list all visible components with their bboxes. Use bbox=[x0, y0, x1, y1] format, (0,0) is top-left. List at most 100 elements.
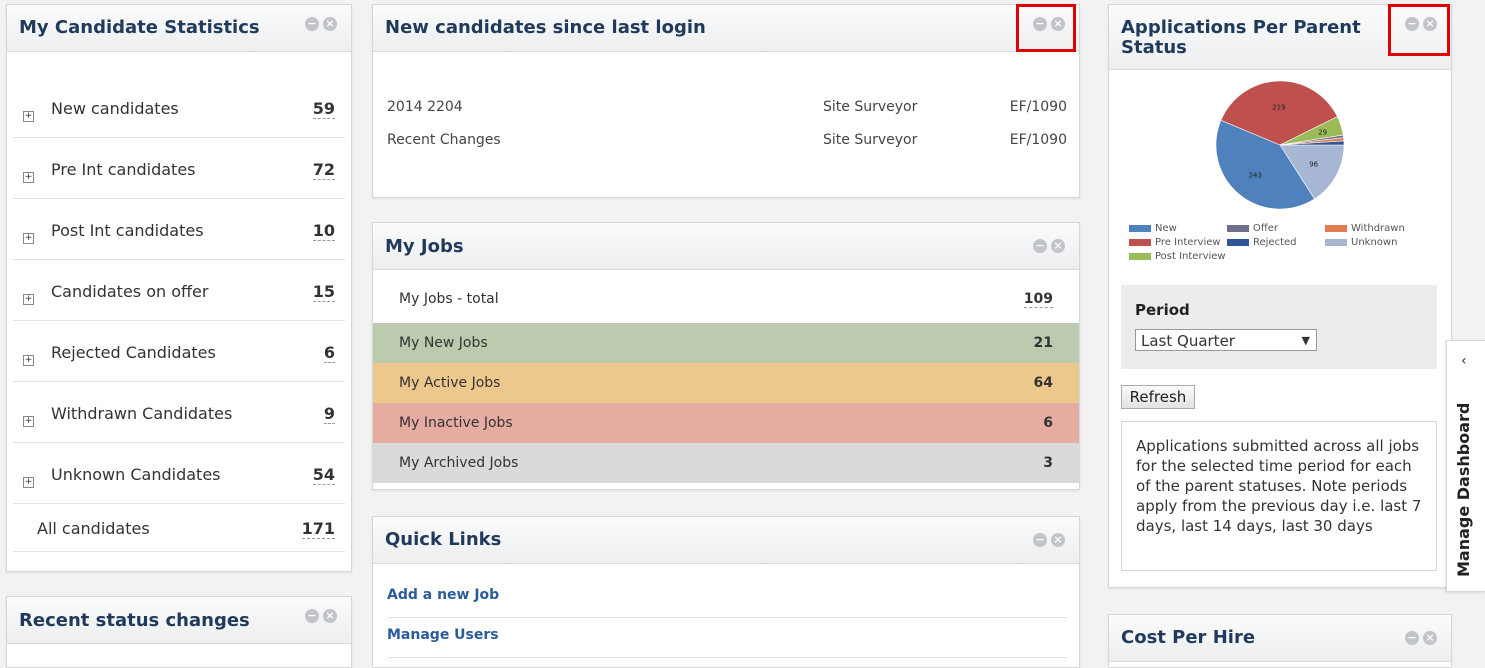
legend-label: Pre Interview bbox=[1155, 237, 1221, 248]
period-box: Period Last Quarter ▼ bbox=[1121, 285, 1437, 369]
all-candidates-label: All candidates bbox=[37, 519, 150, 538]
cost-per-hire-title: Cost Per Hire bbox=[1121, 627, 1256, 648]
job-status-row[interactable]: My Archived Jobs 3 bbox=[373, 443, 1079, 483]
pie-slice-label: 29 bbox=[1318, 128, 1327, 136]
candidate-job: Site Surveyor bbox=[823, 132, 918, 148]
cost-per-hire-controls: − × bbox=[1401, 631, 1437, 645]
candidate-stat-row[interactable]: + New candidates 59 bbox=[13, 77, 345, 138]
candidate-ref: EF/1090 bbox=[1009, 132, 1067, 148]
legend-label: Withdrawn bbox=[1351, 223, 1405, 234]
candidate-job: Site Surveyor bbox=[823, 99, 918, 115]
minimize-icon[interactable]: − bbox=[1033, 239, 1047, 253]
jobs-total-row[interactable]: My Jobs - total 109 bbox=[373, 279, 1079, 319]
applications-pie-chart: 243 219 29 96 bbox=[1215, 80, 1345, 210]
quick-links-header: Quick Links − × bbox=[373, 517, 1079, 564]
stat-count[interactable]: 10 bbox=[312, 221, 335, 241]
quick-links-controls: − × bbox=[1029, 533, 1065, 547]
quick-link-label[interactable]: Add a new Job bbox=[387, 587, 499, 603]
candidate-stat-row[interactable]: + Unknown Candidates 54 bbox=[13, 443, 345, 504]
expand-icon[interactable]: + bbox=[23, 111, 34, 122]
expand-icon[interactable]: + bbox=[23, 355, 34, 366]
minimize-icon[interactable]: − bbox=[305, 17, 319, 31]
legend-label: Rejected bbox=[1253, 237, 1297, 248]
minimize-icon[interactable]: − bbox=[305, 609, 319, 623]
expand-icon[interactable]: + bbox=[23, 233, 34, 244]
pie-legend: New Offer Withdrawn Pre Interview Rejected Un… bbox=[1129, 223, 1429, 273]
close-icon[interactable]: × bbox=[1423, 631, 1437, 645]
legend-swatch bbox=[1325, 239, 1347, 246]
new-candidates-header: New candidates since last login − × bbox=[373, 5, 1079, 52]
stat-count[interactable]: 6 bbox=[323, 343, 335, 363]
job-status-row[interactable]: My New Jobs 21 bbox=[373, 323, 1079, 363]
candidate-stats-title: My Candidate Statistics bbox=[19, 17, 260, 38]
manage-dashboard-tab[interactable]: ‹ Manage Dashboard bbox=[1446, 340, 1485, 592]
chevron-left-icon[interactable]: ‹ bbox=[1461, 353, 1467, 369]
all-candidates-count[interactable]: 171 bbox=[301, 519, 335, 539]
recent-status-panel: Recent status changes − × bbox=[6, 596, 352, 668]
quick-link-add-job[interactable]: Add a new Job bbox=[387, 577, 1067, 618]
legend-swatch bbox=[1129, 225, 1151, 232]
refresh-button[interactable]: Refresh bbox=[1121, 385, 1195, 409]
job-row-label: My Inactive Jobs bbox=[399, 415, 513, 431]
stat-label: Unknown Candidates bbox=[51, 465, 221, 484]
applications-description: Applications submitted across all jobs f… bbox=[1121, 421, 1437, 571]
candidate-stat-row[interactable]: + Candidates on offer 15 bbox=[13, 260, 345, 321]
new-candidate-row[interactable]: Recent Changes Site Surveyor EF/1090 bbox=[387, 132, 1067, 152]
expand-icon[interactable]: + bbox=[23, 172, 34, 183]
legend-label: Offer bbox=[1253, 223, 1279, 234]
candidate-stats-controls: − × bbox=[301, 17, 337, 31]
close-icon[interactable]: × bbox=[323, 17, 337, 31]
minimize-icon[interactable]: − bbox=[1033, 533, 1047, 547]
quick-link-manage-users[interactable]: Manage Users bbox=[387, 617, 1067, 658]
legend-label: Post Interview bbox=[1155, 251, 1226, 262]
my-jobs-controls: − × bbox=[1029, 239, 1065, 253]
job-status-row[interactable]: My Active Jobs 64 bbox=[373, 363, 1079, 403]
stat-label: Withdrawn Candidates bbox=[51, 404, 233, 423]
highlight-box bbox=[1016, 4, 1076, 52]
candidate-stat-row[interactable]: + Rejected Candidates 6 bbox=[13, 321, 345, 382]
quick-links-panel: Quick Links − × Add a new Job Manage User… bbox=[372, 516, 1080, 668]
my-jobs-header: My Jobs − × bbox=[373, 223, 1079, 270]
close-icon[interactable]: × bbox=[323, 609, 337, 623]
close-icon[interactable]: × bbox=[1051, 533, 1065, 547]
minimize-icon[interactable]: − bbox=[1405, 631, 1419, 645]
legend-swatch bbox=[1325, 225, 1347, 232]
job-row-count: 3 bbox=[1043, 455, 1053, 471]
manage-dashboard-label: Manage Dashboard bbox=[1454, 402, 1473, 577]
stat-count[interactable]: 15 bbox=[312, 282, 335, 302]
jobs-total-count[interactable]: 109 bbox=[1023, 291, 1053, 308]
candidate-stat-row[interactable]: + Post Int candidates 10 bbox=[13, 199, 345, 260]
candidate-stat-row[interactable]: + Pre Int candidates 72 bbox=[13, 138, 345, 199]
job-status-row[interactable]: My Inactive Jobs 6 bbox=[373, 403, 1079, 443]
recent-status-title: Recent status changes bbox=[19, 610, 250, 631]
stat-count[interactable]: 72 bbox=[312, 160, 335, 180]
stat-label: Candidates on offer bbox=[51, 282, 209, 301]
my-jobs-title: My Jobs bbox=[385, 236, 464, 257]
quick-links-title: Quick Links bbox=[385, 529, 502, 550]
candidate-name: 2014 2204 bbox=[387, 99, 463, 115]
close-icon[interactable]: × bbox=[1051, 239, 1065, 253]
new-candidate-row[interactable]: 2014 2204 Site Surveyor EF/1090 bbox=[387, 99, 1067, 119]
job-row-count: 6 bbox=[1043, 415, 1053, 431]
all-candidates-row[interactable]: All candidates 171 bbox=[13, 505, 345, 552]
stat-count[interactable]: 54 bbox=[312, 465, 335, 485]
expand-icon[interactable]: + bbox=[23, 477, 34, 488]
cost-per-hire-panel: Cost Per Hire − × bbox=[1108, 614, 1452, 668]
stat-label: Pre Int candidates bbox=[51, 160, 196, 179]
applications-title-line1: Applications Per Parent bbox=[1121, 17, 1361, 38]
recent-status-controls: − × bbox=[301, 609, 337, 623]
stat-count[interactable]: 59 bbox=[312, 99, 335, 119]
stat-label: New candidates bbox=[51, 99, 179, 118]
expand-icon[interactable]: + bbox=[23, 294, 34, 305]
period-select[interactable]: Last Quarter ▼ bbox=[1135, 329, 1317, 351]
stat-count[interactable]: 9 bbox=[323, 404, 335, 424]
candidate-stats-panel: My Candidate Statistics − × + New candidat… bbox=[6, 4, 352, 572]
legend-label: Unknown bbox=[1351, 237, 1398, 248]
dropdown-arrow-icon: ▼ bbox=[1301, 334, 1310, 347]
candidate-stat-row[interactable]: + Withdrawn Candidates 9 bbox=[13, 382, 345, 443]
expand-icon[interactable]: + bbox=[23, 416, 34, 427]
quick-link-label[interactable]: Manage Users bbox=[387, 627, 499, 643]
applications-panel: Applications Per Parent Status − × 243 219… bbox=[1108, 4, 1452, 588]
candidate-name: Recent Changes bbox=[387, 132, 501, 148]
period-label: Period bbox=[1135, 301, 1190, 319]
